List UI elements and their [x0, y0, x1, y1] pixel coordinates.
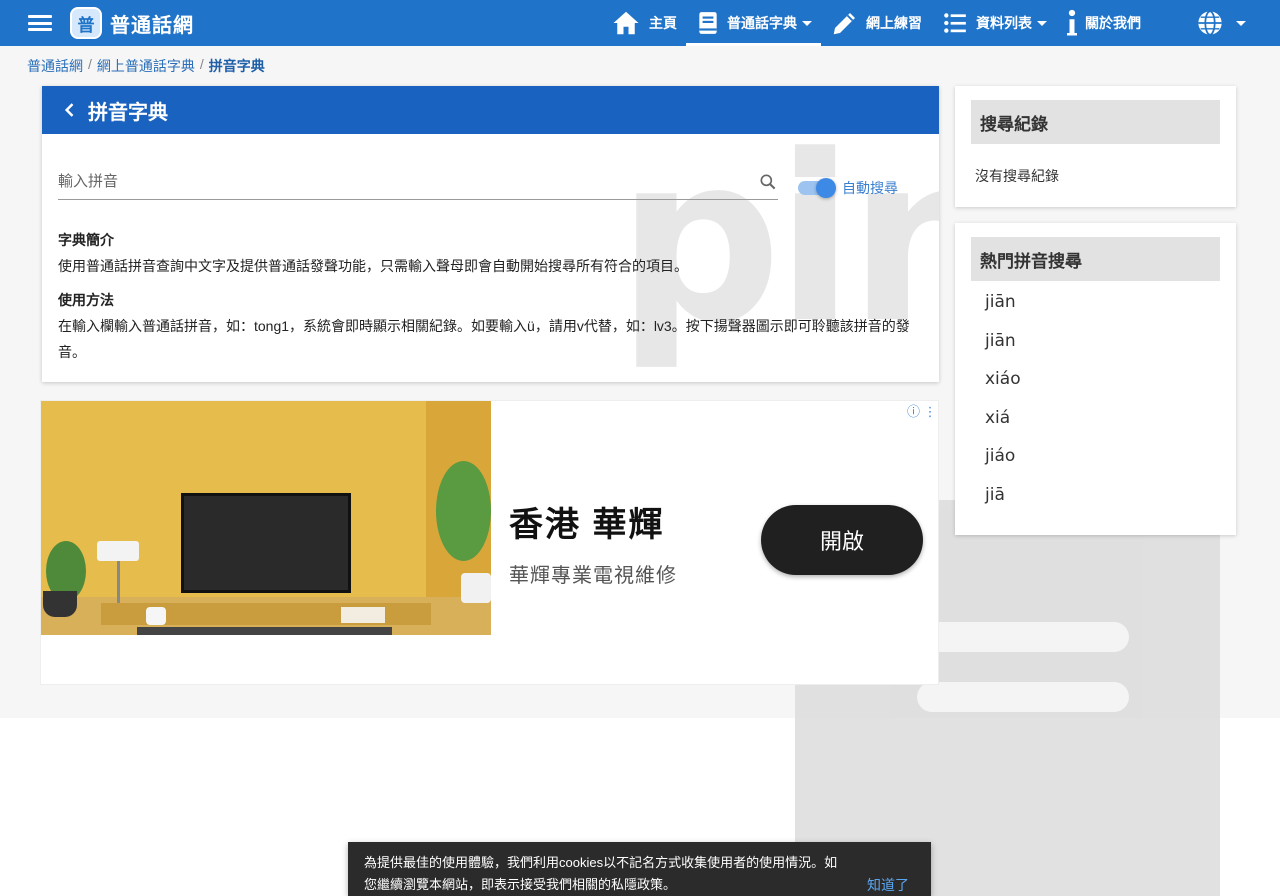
globe-icon [1198, 10, 1222, 36]
popular-pinyin-item[interactable]: jiáo [985, 443, 1021, 482]
popular-pinyin-item[interactable]: xiá [985, 405, 1021, 444]
usage-heading: 使用方法 [58, 292, 114, 308]
language-selector[interactable] [1196, 0, 1246, 46]
nav-dictionary-label: 普通話字典 [727, 15, 797, 31]
site-name: 普通話網 [110, 14, 194, 37]
logo-badge-icon: 普 [70, 7, 102, 39]
ad-title: 香港 華輝 [509, 506, 665, 544]
search-field [58, 164, 778, 200]
intro-section: 字典簡介 使用普通話拼音查詢中文字及提供普通話發聲功能，只需輸入聲母即會自動開始… [58, 227, 928, 279]
nav-home-label: 主頁 [649, 15, 677, 31]
pencil-icon [833, 13, 855, 35]
ad-info-icon[interactable]: ⓘ ⋮ [907, 401, 937, 420]
nav-resources-label: 資料列表 [976, 15, 1032, 31]
popular-pinyin-item[interactable]: jiān [985, 328, 1021, 367]
info-icon [1067, 9, 1077, 36]
cookie-accept-button[interactable]: 知道了 [867, 874, 909, 896]
search-history-title: 搜尋紀錄 [971, 100, 1220, 144]
search-history-card: 搜尋紀錄 沒有搜尋紀錄 [955, 86, 1236, 207]
usage-text: 在輸入欄輸入普通話拼音，如：tong1，系統會即時顯示相關紀錄。如要輸入ü，請用… [58, 318, 910, 360]
cookie-notice: 為提供最佳的使用體驗，我們利用cookies以不記名方式收集使用者的使用情況。如… [348, 842, 931, 896]
breadcrumb: 普通話網 / 網上普通話字典 / 拼音字典 [27, 56, 265, 76]
intro-text: 使用普通話拼音查詢中文字及提供普通話發聲功能，只需輸入聲母即會自動開始搜尋所有符… [58, 258, 688, 274]
popular-pinyin-item[interactable]: xiáo [985, 366, 1021, 405]
usage-section: 使用方法 在輸入欄輸入普通話拼音，如：tong1，系統會即時顯示相關紀錄。如要輸… [58, 287, 928, 365]
popular-pinyin-title: 熱門拼音搜尋 [971, 237, 1220, 281]
auto-search-label: 自動搜尋 [842, 180, 898, 196]
list-icon [944, 13, 966, 33]
popular-pinyin-list: jiān jiān xiáo xiá jiáo jiā [985, 289, 1021, 521]
search-icon[interactable] [758, 172, 778, 192]
advertisement[interactable]: ⓘ ⋮ 香港 華輝 華輝專業電視維修 開啟 [40, 400, 939, 685]
site-logo[interactable]: 普 普通話網 [70, 7, 194, 39]
chevron-down-icon [1236, 20, 1246, 26]
breadcrumb-current: 拼音字典 [208, 58, 265, 74]
ad-subtitle: 華輝專業電視維修 [509, 565, 677, 587]
breadcrumb-separator: / [88, 56, 92, 72]
cookie-text: 為提供最佳的使用體驗，我們利用cookies以不記名方式收集使用者的使用情況。如… [364, 855, 838, 892]
search-history-empty: 沒有搜尋紀錄 [975, 168, 1059, 184]
nav-about-label: 關於我們 [1085, 15, 1141, 31]
chevron-down-icon [1037, 20, 1047, 26]
ad-open-button[interactable]: 開啟 [761, 505, 923, 575]
main-nav: 主頁 普通話字典 網上練習 資料列表 關於我們 [600, 0, 1150, 46]
back-chevron-icon[interactable] [60, 100, 80, 120]
home-icon [613, 11, 639, 35]
nav-about[interactable]: 關於我們 [1056, 0, 1150, 46]
book-icon [699, 12, 717, 34]
pinyin-dictionary-card: 拼音字典 pin 自動搜尋 字典簡介 使用普通話拼音查詢中文字及提供普通話發聲功… [42, 86, 939, 382]
nav-dictionary[interactable]: 普通話字典 [686, 0, 821, 46]
pinyin-search-input[interactable] [58, 173, 758, 190]
breadcrumb-home[interactable]: 普通話網 [27, 56, 83, 76]
chevron-down-icon [802, 20, 812, 26]
popular-pinyin-card: 熱門拼音搜尋 jiān jiān xiáo xiá jiáo jiā [955, 223, 1236, 535]
intro-heading: 字典簡介 [58, 232, 114, 248]
card-header: 拼音字典 [42, 86, 939, 134]
toggle-switch[interactable] [798, 178, 836, 198]
page-title: 拼音字典 [88, 101, 168, 124]
popular-pinyin-item[interactable]: jiā [985, 482, 1021, 521]
auto-search-toggle[interactable]: 自動搜尋 [798, 178, 898, 198]
hamburger-menu-icon[interactable] [26, 12, 54, 34]
ad-image [41, 401, 491, 635]
nav-practice-label: 網上練習 [866, 15, 922, 31]
top-navigation-bar: 普 普通話網 主頁 普通話字典 網上練習 資料列表 關於我們 [0, 0, 1280, 46]
breadcrumb-separator: / [199, 56, 204, 72]
breadcrumb-dictionary[interactable]: 網上普通話字典 [97, 56, 195, 76]
nav-practice[interactable]: 網上練習 [821, 0, 931, 46]
popular-pinyin-item[interactable]: jiān [985, 289, 1021, 328]
nav-resources[interactable]: 資料列表 [931, 0, 1056, 46]
nav-home[interactable]: 主頁 [600, 0, 686, 46]
